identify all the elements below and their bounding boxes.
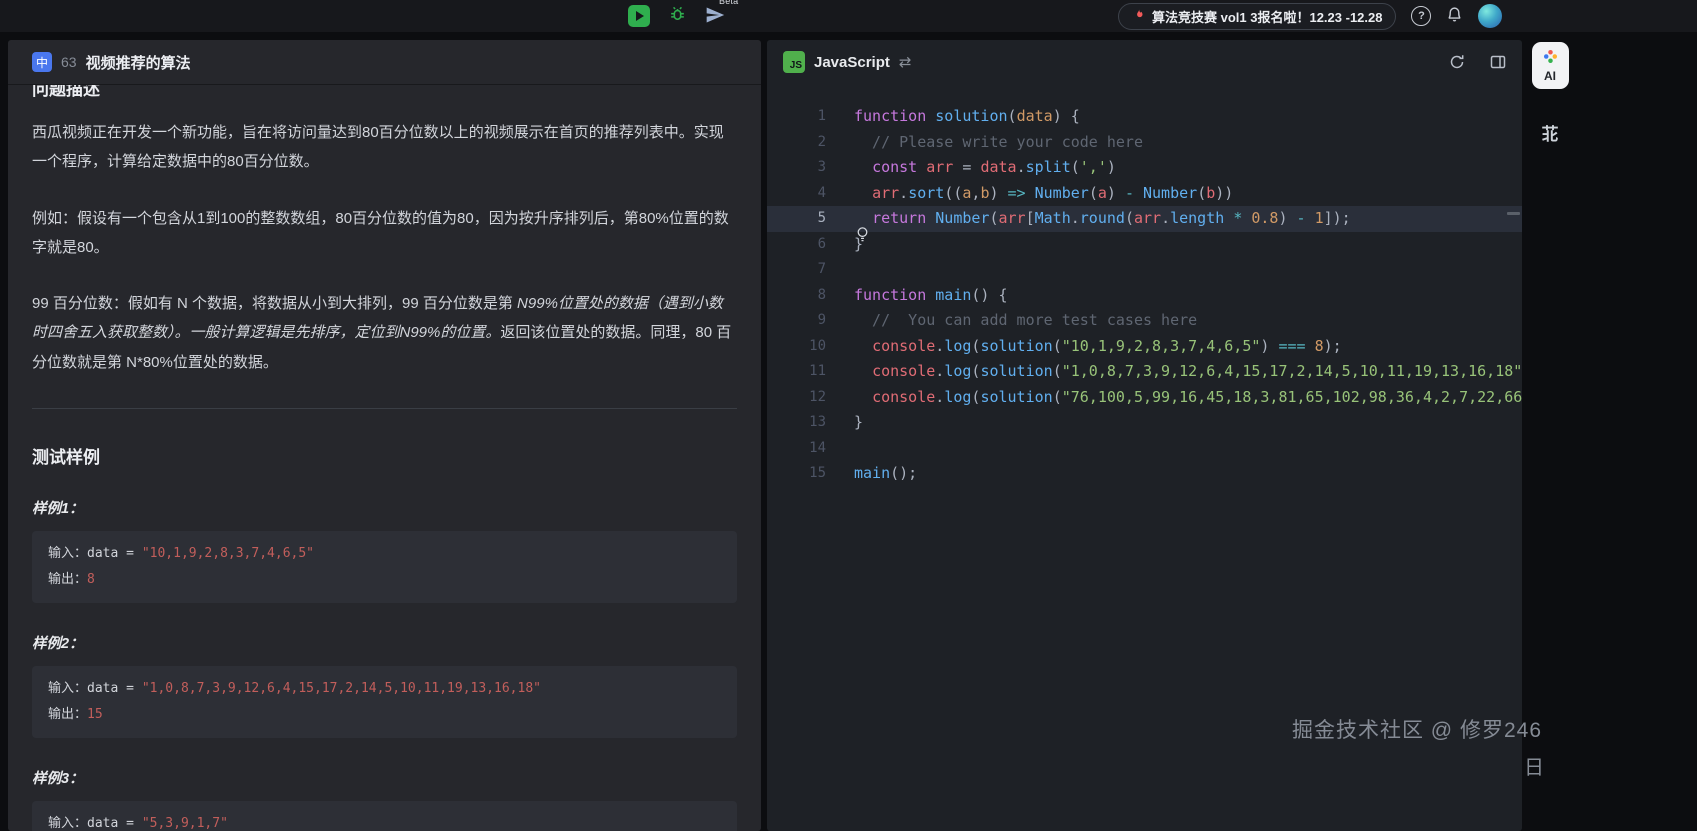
divider (32, 408, 737, 409)
sample-label: 样例3： (32, 767, 737, 788)
code-line[interactable]: 12 console.log(solution("76,100,5,99,16,… (767, 385, 1522, 411)
line-number: 9 (767, 308, 826, 334)
code-line[interactable]: 5 return Number(arr[Math.round(arr.lengt… (767, 206, 1522, 232)
problem-paragraph: 例如：假设有一个包含从1到100的整数数组，80百分位数的值为80，因为按升序排… (32, 204, 737, 263)
difficulty-badge: 中 (32, 52, 52, 72)
page: Beta 算法竞技赛 vol1 3报名啦！12.23 -12.28 ? (0, 0, 1697, 831)
code-line[interactable]: 7 (767, 257, 1522, 283)
line-number: 2 (767, 130, 826, 156)
run-button[interactable] (628, 5, 650, 27)
help-button[interactable]: ? (1411, 6, 1431, 26)
line-number: 10 (767, 334, 826, 360)
code-line[interactable]: 14 (767, 436, 1522, 462)
line-number: 13 (767, 410, 826, 436)
line-number: 8 (767, 283, 826, 309)
language-label: JavaScript (814, 54, 890, 71)
section-heading-samples: 测试样例 (32, 443, 737, 468)
problem-id: 63 (61, 54, 77, 70)
line-number: 5 (767, 206, 826, 232)
section-heading-description: 问题描述 (32, 85, 737, 97)
code-line[interactable]: 3 const arr = data.split(',') (767, 155, 1522, 181)
problem-panel: 中 63 视频推荐的算法 问题描述 西瓜视频正在开发一个新功能，旨在将访问量达到… (8, 40, 761, 831)
watermark-text-2: 日 (1524, 751, 1544, 780)
paper-plane-icon (705, 5, 725, 28)
code-lines: 1function solution(data) {2 // Please wr… (767, 104, 1522, 487)
sample-label: 样例2： (32, 632, 737, 653)
share-button[interactable]: Beta (705, 5, 725, 28)
problem-title: 视频推荐的算法 (86, 52, 191, 73)
topbar-right: 算法竞技赛 vol1 3报名啦！12.23 -12.28 ? (1118, 0, 1502, 32)
bell-icon (1446, 6, 1463, 26)
avatar[interactable] (1478, 4, 1502, 28)
code-line[interactable]: 13} (767, 410, 1522, 436)
javascript-icon: JS (783, 51, 805, 73)
line-number: 11 (767, 359, 826, 385)
line-number: 15 (767, 461, 826, 487)
lightbulb-icon[interactable] (856, 226, 869, 247)
plugin-button[interactable]: 苝 (1536, 119, 1565, 146)
reset-code-button[interactable] (1449, 54, 1465, 70)
switch-language-icon[interactable]: ⇄ (899, 53, 912, 71)
question-icon: ? (1418, 10, 1425, 22)
line-number: 7 (767, 257, 826, 283)
problem-paragraph: 99 百分位数：假如有 N 个数据，将数据从小到大排列，99 百分位数是第 N9… (32, 289, 737, 377)
contest-banner[interactable]: 算法竞技赛 vol1 3报名啦！12.23 -12.28 (1118, 3, 1396, 30)
split-view-button[interactable] (1490, 54, 1506, 70)
code-line[interactable]: 15main(); (767, 461, 1522, 487)
line-number: 12 (767, 385, 826, 411)
code-editor[interactable]: 1function solution(data) {2 // Please wr… (767, 84, 1522, 831)
right-toolbar: AI 苝 (1528, 42, 1572, 146)
line-number: 6 (767, 232, 826, 258)
code-line[interactable]: 4 arr.sort((a,b) => Number(a) - Number(b… (767, 181, 1522, 207)
code-line[interactable]: 6} (767, 232, 1522, 258)
notifications-button[interactable] (1446, 6, 1463, 26)
code-line[interactable]: 1function solution(data) { (767, 104, 1522, 130)
sample-code-block: 输入：data = "10,1,9,2,8,3,7,4,6,5" 输出：8 (32, 531, 737, 603)
sample-label: 样例1： (32, 497, 737, 518)
line-number: 4 (767, 181, 826, 207)
sample-code-block: 输入：data = "1,0,8,7,3,9,12,6,4,15,17,2,14… (32, 666, 737, 738)
overview-ruler-mark (1507, 212, 1520, 215)
beta-badge: Beta (719, 0, 738, 6)
fire-icon (1132, 7, 1145, 25)
problem-header: 中 63 视频推荐的算法 (8, 40, 761, 85)
editor-header: JS JavaScript ⇄ (767, 40, 1522, 84)
debug-button[interactable] (668, 5, 687, 27)
line-number: 14 (767, 436, 826, 462)
problem-body[interactable]: 问题描述 西瓜视频正在开发一个新功能，旨在将访问量达到80百分位数以上的视频展示… (8, 85, 761, 831)
topbar-actions: Beta (628, 0, 725, 32)
code-line[interactable]: 11 console.log(solution("1,0,8,7,3,9,12,… (767, 359, 1522, 385)
sample-code-block: 输入：data = "5,3,9,1,7" 输出：7 (32, 801, 737, 831)
line-number: 1 (767, 104, 826, 130)
code-line[interactable]: 10 console.log(solution("10,1,9,2,8,3,7,… (767, 334, 1522, 360)
ai-assistant-button[interactable]: AI (1532, 42, 1569, 89)
ai-label: AI (1544, 70, 1556, 82)
ai-flower-icon (1543, 49, 1558, 69)
code-line[interactable]: 2 // Please write your code here (767, 130, 1522, 156)
topbar: Beta 算法竞技赛 vol1 3报名啦！12.23 -12.28 ? (0, 0, 1697, 32)
contest-banner-text: 算法竞技赛 vol1 3报名啦！12.23 -12.28 (1152, 7, 1382, 26)
code-line[interactable]: 8function main() { (767, 283, 1522, 309)
code-line[interactable]: 9 // You can add more test cases here (767, 308, 1522, 334)
line-number: 3 (767, 155, 826, 181)
bug-icon (668, 5, 687, 27)
problem-paragraph: 西瓜视频正在开发一个新功能，旨在将访问量达到80百分位数以上的视频展示在首页的推… (32, 118, 737, 177)
editor-panel: JS JavaScript ⇄ 1function solution(data)… (767, 40, 1522, 831)
